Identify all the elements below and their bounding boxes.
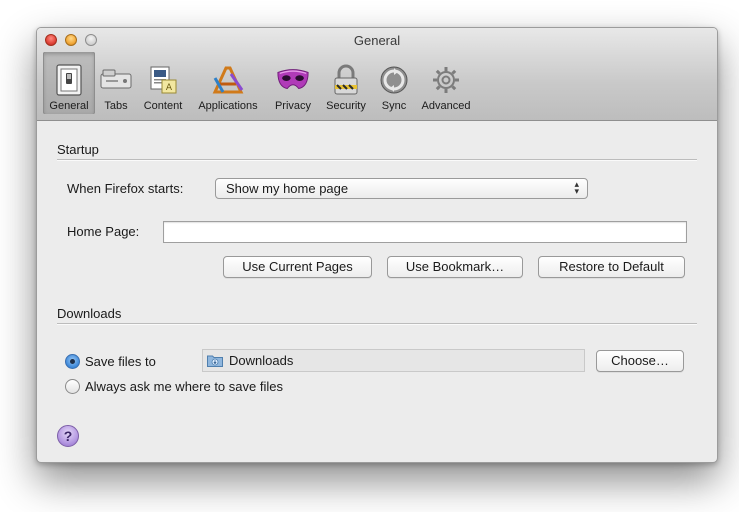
download-folder-name: Downloads — [229, 353, 294, 368]
help-button[interactable]: ? — [57, 425, 79, 447]
tab-applications[interactable]: Applications — [189, 52, 267, 114]
tab-general[interactable]: General — [43, 52, 95, 114]
downloads-section-title: Downloads — [57, 306, 122, 321]
tab-sync-label: Sync — [381, 100, 407, 112]
when-starts-popup[interactable]: Show my home page ▴ ▾ — [215, 178, 588, 199]
restore-default-button[interactable]: Restore to Default — [538, 256, 685, 278]
always-ask-radio[interactable] — [65, 379, 80, 394]
home-page-label: Home Page: — [67, 224, 140, 239]
tab-security[interactable]: Security — [319, 52, 373, 114]
privacy-mask-icon — [276, 63, 310, 97]
downloads-folder-icon — [207, 355, 223, 367]
use-bookmark-button[interactable]: Use Bookmark… — [387, 256, 523, 278]
tab-general-label: General — [49, 100, 89, 112]
tab-advanced-label: Advanced — [421, 100, 471, 112]
popup-arrows-icon: ▴ ▾ — [574, 179, 579, 196]
sync-icon — [377, 63, 411, 97]
content-icon: A — [146, 63, 180, 97]
applications-icon — [211, 63, 245, 97]
tab-sync[interactable]: Sync — [373, 52, 415, 114]
security-lock-icon — [329, 63, 363, 97]
when-starts-label: When Firefox starts: — [67, 181, 184, 196]
tab-advanced[interactable]: Advanced — [415, 52, 477, 114]
save-files-radio[interactable] — [65, 354, 80, 369]
always-ask-label[interactable]: Always ask me where to save files — [85, 379, 283, 394]
downloads-divider — [57, 323, 697, 325]
tabs-icon — [99, 63, 133, 97]
when-starts-value: Show my home page — [226, 181, 349, 196]
svg-text:A: A — [166, 83, 173, 93]
save-files-label[interactable]: Save files to — [85, 354, 156, 369]
download-folder-field: Downloads — [202, 349, 585, 372]
advanced-gear-icon — [429, 63, 463, 97]
preferences-window: General General Tabs A Content Applicati… — [36, 27, 718, 463]
startup-section-title: Startup — [57, 142, 99, 157]
title-bar: General General Tabs A Content Applicati… — [37, 28, 717, 121]
startup-divider — [57, 159, 697, 161]
tab-tabs-label: Tabs — [104, 100, 128, 112]
tab-security-label: Security — [326, 100, 366, 112]
tab-privacy-label: Privacy — [274, 100, 312, 112]
choose-folder-button[interactable]: Choose… — [596, 350, 684, 372]
general-switch-icon — [52, 63, 86, 97]
home-page-input[interactable] — [163, 221, 687, 243]
tab-applications-label: Applications — [198, 100, 258, 112]
tab-privacy[interactable]: Privacy — [267, 52, 319, 114]
preferences-toolbar: General Tabs A Content Applications Priv… — [43, 52, 477, 114]
use-current-pages-button[interactable]: Use Current Pages — [223, 256, 372, 278]
general-pane: Startup When Firefox starts: Show my hom… — [37, 121, 717, 461]
window-title: General — [353, 33, 401, 48]
tab-content[interactable]: A Content — [137, 52, 189, 114]
tab-tabs[interactable]: Tabs — [95, 52, 137, 114]
page: General General Tabs A Content Applicati… — [0, 0, 739, 512]
tab-content-label: Content — [143, 100, 183, 112]
